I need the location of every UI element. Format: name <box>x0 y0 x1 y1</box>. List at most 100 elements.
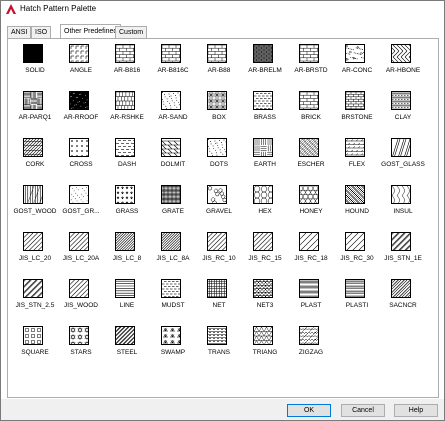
pattern-cell-hex[interactable]: HEX <box>243 181 287 225</box>
pattern-cell-jis-stn-1e[interactable]: JIS_STN_1E <box>381 228 425 272</box>
ok-button[interactable]: OK <box>287 404 331 417</box>
pattern-swatch-jis-rc-18[interactable] <box>299 232 319 251</box>
tab-ansi[interactable]: ANSI <box>7 26 32 38</box>
pattern-cell-brick[interactable]: BRICK <box>289 87 333 131</box>
pattern-cell-sacncr[interactable]: SACNCR <box>381 275 425 319</box>
pattern-swatch-jis-stn-2-5[interactable] <box>23 279 43 298</box>
pattern-swatch-brick[interactable] <box>299 91 319 110</box>
pattern-cell-gravel[interactable]: GRAVEL <box>197 181 241 225</box>
pattern-swatch-jis-rc-15[interactable] <box>253 232 273 251</box>
pattern-cell-jis-rc-18[interactable]: JIS_RC_18 <box>289 228 333 272</box>
pattern-swatch-jis-wood[interactable] <box>69 279 89 298</box>
pattern-swatch-hound[interactable] <box>345 185 365 204</box>
pattern-cell-jis-lc-20a[interactable]: JIS_LC_20A <box>59 228 103 272</box>
pattern-swatch-sacncr[interactable] <box>391 279 411 298</box>
pattern-swatch-solid[interactable] <box>23 44 43 63</box>
pattern-swatch-jis-lc-8[interactable] <box>115 232 135 251</box>
pattern-cell-ar-parq1[interactable]: AR-PARQ1 <box>13 87 57 131</box>
pattern-cell-cross[interactable]: CROSS <box>59 134 103 178</box>
pattern-swatch-ar-b816c[interactable] <box>161 44 181 63</box>
pattern-cell-insul[interactable]: INSUL <box>381 181 425 225</box>
help-button[interactable]: Help <box>394 404 438 417</box>
pattern-cell-brass[interactable]: BRASS <box>243 87 287 131</box>
pattern-cell-ar-rroof[interactable]: AR-RROOF <box>59 87 103 131</box>
pattern-cell-angle[interactable]: ANGLE <box>59 40 103 84</box>
pattern-cell-jis-lc-8a[interactable]: JIS_LC_8A <box>151 228 195 272</box>
pattern-swatch-trans[interactable] <box>207 326 227 345</box>
pattern-swatch-ar-brstd[interactable] <box>299 44 319 63</box>
pattern-swatch-ar-parq1[interactable] <box>23 91 43 110</box>
pattern-cell-plast[interactable]: PLAST <box>289 275 333 319</box>
pattern-swatch-hex[interactable] <box>253 185 273 204</box>
pattern-swatch-ar-rshke[interactable] <box>115 91 135 110</box>
pattern-swatch-brass[interactable] <box>253 91 273 110</box>
cancel-button[interactable]: Cancel <box>341 404 385 417</box>
pattern-swatch-swamp[interactable] <box>161 326 181 345</box>
pattern-swatch-jis-stn-1e[interactable] <box>391 232 411 251</box>
pattern-swatch-escher[interactable] <box>299 138 319 157</box>
pattern-swatch-plast[interactable] <box>299 279 319 298</box>
pattern-swatch-box[interactable] <box>207 91 227 110</box>
pattern-cell-jis-lc-8[interactable]: JIS_LC_8 <box>105 228 149 272</box>
pattern-cell-ar-sand[interactable]: AR-SAND <box>151 87 195 131</box>
pattern-cell-dash[interactable]: DASH <box>105 134 149 178</box>
pattern-cell-ar-hbone[interactable]: AR-HBONE <box>381 40 425 84</box>
pattern-swatch-ar-sand[interactable] <box>161 91 181 110</box>
pattern-swatch-angle[interactable] <box>69 44 89 63</box>
pattern-cell-jis-lc-20[interactable]: JIS_LC_20 <box>13 228 57 272</box>
pattern-cell-escher[interactable]: ESCHER <box>289 134 333 178</box>
pattern-swatch-zigzag[interactable] <box>299 326 319 345</box>
pattern-swatch-steel[interactable] <box>115 326 135 345</box>
pattern-swatch-jis-rc-30[interactable] <box>345 232 365 251</box>
pattern-cell-ar-b816c[interactable]: AR-B816C <box>151 40 195 84</box>
pattern-swatch-dolmit[interactable] <box>161 138 181 157</box>
pattern-cell-grate[interactable]: GRATE <box>151 181 195 225</box>
pattern-cell-swamp[interactable]: SWAMP <box>151 322 195 366</box>
pattern-swatch-triang[interactable] <box>253 326 273 345</box>
pattern-swatch-cork[interactable] <box>23 138 43 157</box>
pattern-swatch-ar-b88[interactable] <box>207 44 227 63</box>
pattern-cell-mudst[interactable]: MUDST <box>151 275 195 319</box>
pattern-cell-line[interactable]: LINE <box>105 275 149 319</box>
pattern-cell-brstone[interactable]: BRSTONE <box>335 87 379 131</box>
pattern-swatch-dash[interactable] <box>115 138 135 157</box>
title-bar[interactable]: Hatch Pattern Palette <box>1 1 444 17</box>
pattern-cell-jis-rc-30[interactable]: JIS_RC_30 <box>335 228 379 272</box>
pattern-cell-ar-brstd[interactable]: AR-BRSTD <box>289 40 333 84</box>
pattern-swatch-gost-glass[interactable] <box>391 138 411 157</box>
pattern-swatch-insul[interactable] <box>391 185 411 204</box>
pattern-swatch-clay[interactable] <box>391 91 411 110</box>
pattern-cell-net3[interactable]: NET3 <box>243 275 287 319</box>
pattern-swatch-jis-lc-20[interactable] <box>23 232 43 251</box>
pattern-cell-gost-glass[interactable]: GOST_GLASS <box>381 134 425 178</box>
pattern-cell-gost-wood[interactable]: GOST_WOOD <box>13 181 57 225</box>
pattern-cell-clay[interactable]: CLAY <box>381 87 425 131</box>
pattern-swatch-stars[interactable] <box>69 326 89 345</box>
pattern-swatch-jis-rc-10[interactable] <box>207 232 227 251</box>
pattern-swatch-jis-lc-8a[interactable] <box>161 232 181 251</box>
tab-other-predefined[interactable]: Other Predefined <box>60 24 122 38</box>
pattern-cell-jis-stn-2-5[interactable]: JIS_STN_2.5 <box>13 275 57 319</box>
pattern-cell-grass[interactable]: GRASS <box>105 181 149 225</box>
tab-iso[interactable]: ISO <box>31 26 52 38</box>
pattern-swatch-ar-b816[interactable] <box>115 44 135 63</box>
pattern-cell-trans[interactable]: TRANS <box>197 322 241 366</box>
pattern-cell-net[interactable]: NET <box>197 275 241 319</box>
pattern-cell-dots[interactable]: DOTS <box>197 134 241 178</box>
pattern-cell-dolmit[interactable]: DOLMIT <box>151 134 195 178</box>
pattern-swatch-gost-gr[interactable] <box>69 185 89 204</box>
pattern-swatch-ar-hbone[interactable] <box>391 44 411 63</box>
pattern-swatch-square[interactable] <box>23 326 43 345</box>
pattern-cell-ar-brelm[interactable]: AR-BRELM <box>243 40 287 84</box>
pattern-cell-plasti[interactable]: PLASTI <box>335 275 379 319</box>
pattern-swatch-cross[interactable] <box>69 138 89 157</box>
pattern-cell-steel[interactable]: STEEL <box>105 322 149 366</box>
pattern-cell-hound[interactable]: HOUND <box>335 181 379 225</box>
pattern-swatch-gravel[interactable] <box>207 185 227 204</box>
pattern-swatch-gost-wood[interactable] <box>23 185 43 204</box>
pattern-cell-ar-conc[interactable]: AR-CONC <box>335 40 379 84</box>
pattern-cell-gost-gr[interactable]: GOST_GR... <box>59 181 103 225</box>
pattern-cell-honey[interactable]: HONEY <box>289 181 333 225</box>
pattern-swatch-ar-conc[interactable] <box>345 44 365 63</box>
pattern-swatch-flex[interactable] <box>345 138 365 157</box>
